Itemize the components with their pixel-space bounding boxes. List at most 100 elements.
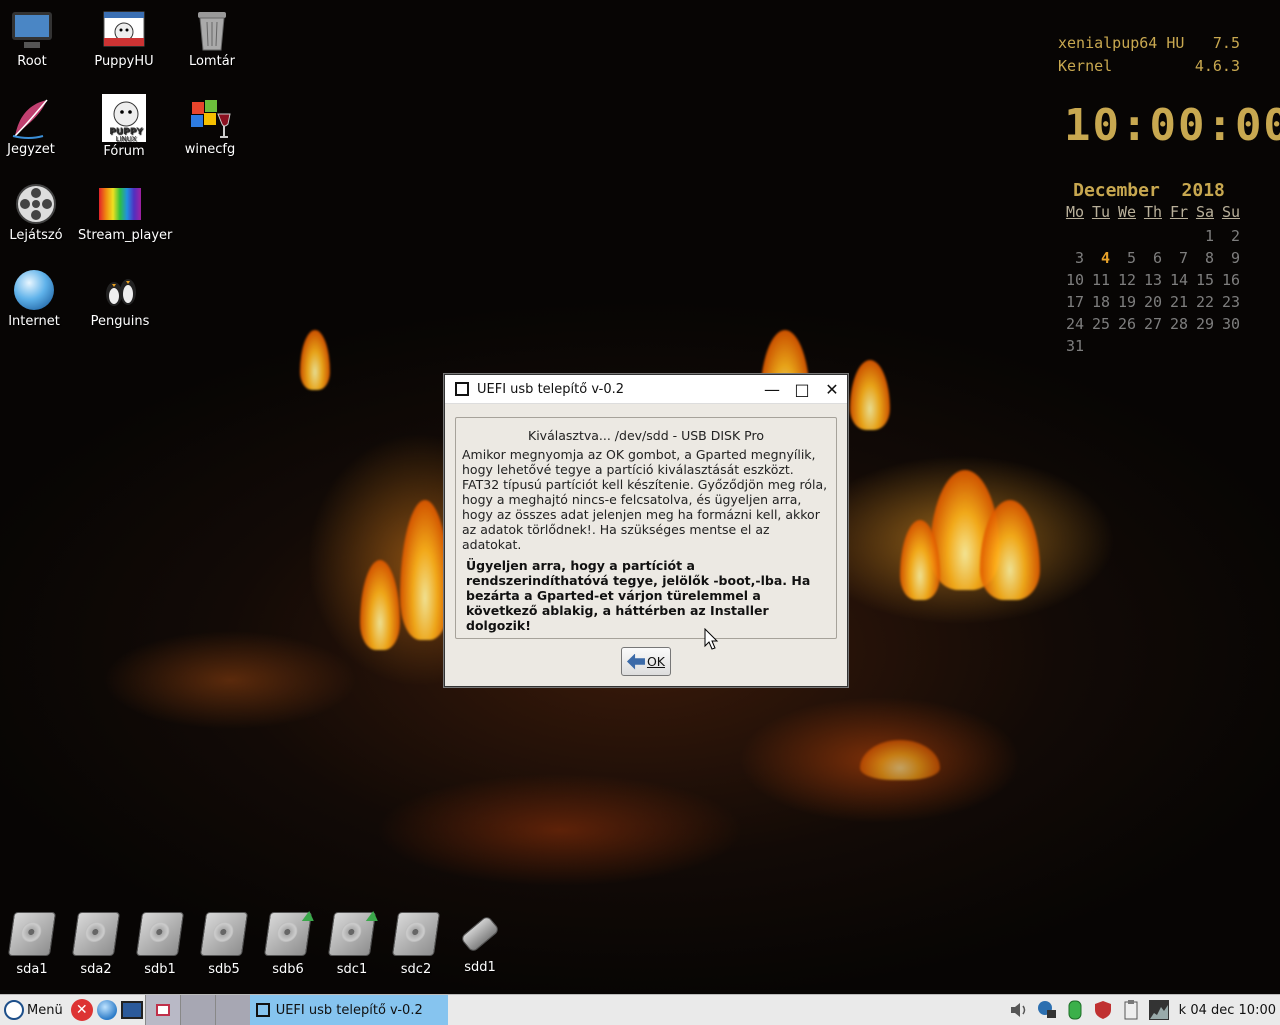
drive-sdd1[interactable]: sdd1 xyxy=(448,912,512,975)
maximize-button[interactable]: □ xyxy=(787,375,817,403)
distro-name: xenialpup64 HU xyxy=(1058,34,1185,52)
calendar-day: 23 xyxy=(1221,293,1240,311)
wine-icon xyxy=(188,96,232,140)
workspace-2[interactable] xyxy=(179,995,215,1025)
taskbar-clock[interactable]: k 04 dec 10:00 xyxy=(1179,1003,1276,1018)
calendar-day xyxy=(1084,337,1110,355)
calendar-day: 5 xyxy=(1126,249,1136,267)
ok-button[interactable]: OK xyxy=(621,647,671,676)
storage-icon[interactable] xyxy=(1064,999,1086,1021)
drive-sdc2[interactable]: sdc2 xyxy=(384,912,448,977)
usb-drive-icon xyxy=(458,912,502,954)
puppyhu-icon xyxy=(102,8,146,52)
conky-sysinfo: xenialpup64 HU 7.5 Kernel 4.6.3 xyxy=(1058,32,1240,78)
mounted-indicator-icon xyxy=(302,911,315,921)
close-icon: ✕ xyxy=(825,379,839,399)
maximize-icon: □ xyxy=(794,379,810,399)
calendar-weekday: Th xyxy=(1143,203,1162,221)
drive-sda1[interactable]: sda1 xyxy=(0,912,64,977)
dialog-title: UEFI usb telepítő v-0.2 xyxy=(477,381,625,397)
desktop-icon-puppyhu[interactable]: PuppyHU xyxy=(82,8,166,69)
drive-sda2[interactable]: sda2 xyxy=(64,912,128,977)
calendar-weekday: Tu xyxy=(1091,203,1110,221)
hard-drive-icon xyxy=(7,912,57,956)
calendar-weekday: Sa xyxy=(1195,203,1214,221)
workspace-1[interactable] xyxy=(144,995,180,1025)
hard-drive-icon xyxy=(135,912,185,956)
drive-sdb5[interactable]: sdb5 xyxy=(192,912,256,977)
trash-icon xyxy=(190,8,234,52)
network-icon[interactable] xyxy=(1036,999,1058,1021)
calendar-day: 2 xyxy=(1230,227,1240,245)
calendar-day: 27 xyxy=(1143,315,1162,333)
calendar-day: 6 xyxy=(1152,249,1162,267)
workspace-3[interactable] xyxy=(214,995,250,1025)
drive-label: sdb6 xyxy=(272,962,304,977)
drive-label: sda1 xyxy=(16,962,48,977)
calendar-day xyxy=(1058,227,1084,245)
calendar-day: 25 xyxy=(1091,315,1110,333)
firewall-shield-icon[interactable] xyxy=(1092,999,1114,1021)
desktop-icon-trash[interactable]: Lomtár xyxy=(170,8,254,69)
minimize-icon: — xyxy=(764,379,780,399)
close-button[interactable]: ✕ xyxy=(817,375,847,403)
ok-button-label: OK xyxy=(646,654,666,669)
desktop-icon-label: Jegyzet xyxy=(7,142,55,157)
calendar-day: 18 xyxy=(1091,293,1110,311)
hard-drive-icon xyxy=(263,911,315,956)
calendar-day xyxy=(1136,337,1162,355)
menu-button[interactable]: Menü xyxy=(0,995,69,1025)
cpu-monitor-icon[interactable] xyxy=(1148,999,1170,1021)
calendar-day xyxy=(1110,337,1136,355)
monitor-icon xyxy=(10,8,54,52)
puppy-linux-icon: PUPPY LINUX xyxy=(102,94,146,142)
film-reel-icon xyxy=(14,182,58,226)
calendar-weekday: We xyxy=(1117,203,1136,221)
calendar-day xyxy=(1110,227,1136,245)
desktop-icon-lejatszo[interactable]: Lejátszó xyxy=(0,182,78,243)
workspace-window-icon xyxy=(155,1004,170,1016)
close-all-icon[interactable]: ✕ xyxy=(70,999,93,1021)
browser-icon[interactable] xyxy=(96,1000,117,1020)
ok-arrow-icon xyxy=(626,653,645,670)
desktop-icon-label: Fórum xyxy=(103,144,145,159)
hard-drive-icon xyxy=(391,912,441,956)
window-icon xyxy=(455,382,469,396)
selected-device-text: Kiválasztva... /dev/sdd - USB DISK Pro xyxy=(528,428,764,443)
drive-sdc1[interactable]: sdc1 xyxy=(320,912,384,977)
desktop-icon-label: Internet xyxy=(8,314,60,329)
desktop-icon-winecfg[interactable]: winecfg xyxy=(168,96,252,157)
calendar-day: 4 xyxy=(1100,249,1110,267)
drive-label: sdb1 xyxy=(144,962,176,977)
desktop-icon-stream-player[interactable]: Stream_player xyxy=(78,182,172,243)
calendar-day: 13 xyxy=(1143,271,1162,289)
mounted-indicator-icon xyxy=(366,911,379,921)
calendar-days: 1 2 3 4 5 6 7 8 9 10 11 12 13 14 15 16 17 18 19 20 21 22 23 24 2… xyxy=(1058,227,1240,355)
svg-text:LINUX: LINUX xyxy=(115,135,136,142)
calendar-day: 21 xyxy=(1169,293,1188,311)
drive-sdb6[interactable]: sdb6 xyxy=(256,912,320,977)
drive-sdb1[interactable]: sdb1 xyxy=(128,912,192,977)
conky-clock: 10:00:00 xyxy=(1064,100,1280,151)
taskbar: Menü ✕ UEFI usb telepítő v-0.2 k 04 dec … xyxy=(0,994,1280,1025)
calendar-day: 17 xyxy=(1065,293,1084,311)
desktop-icon-root[interactable]: Root xyxy=(0,8,74,69)
calendar-day: 1 xyxy=(1204,227,1214,245)
kernel-label: Kernel xyxy=(1058,57,1113,75)
dialog-titlebar[interactable]: UEFI usb telepítő v-0.2 — □ ✕ xyxy=(445,375,847,404)
volume-icon[interactable] xyxy=(1008,999,1030,1021)
desktop-icon-penguins[interactable]: Penguins xyxy=(78,268,162,329)
taskbar-window-button[interactable]: UEFI usb telepítő v-0.2 xyxy=(249,995,448,1025)
calendar-day xyxy=(1162,337,1188,355)
desktop-icon-jegyzet[interactable]: Jegyzet xyxy=(0,96,73,157)
minimize-button[interactable]: — xyxy=(757,375,787,403)
clipboard-icon[interactable] xyxy=(1120,999,1142,1021)
calendar-day xyxy=(1084,227,1110,245)
desktop-icon-internet[interactable]: Internet xyxy=(0,268,76,329)
calendar-weekdays: Mo Tu We Th Fr Sa Su xyxy=(1058,203,1240,221)
menu-label: Menü xyxy=(27,1002,63,1018)
desktop-icon-forum[interactable]: PUPPY LINUX Fórum xyxy=(82,94,166,159)
desktop-icon-label: winecfg xyxy=(184,142,236,157)
window-icon xyxy=(255,1003,270,1017)
desktop-icon[interactable] xyxy=(120,1001,143,1019)
